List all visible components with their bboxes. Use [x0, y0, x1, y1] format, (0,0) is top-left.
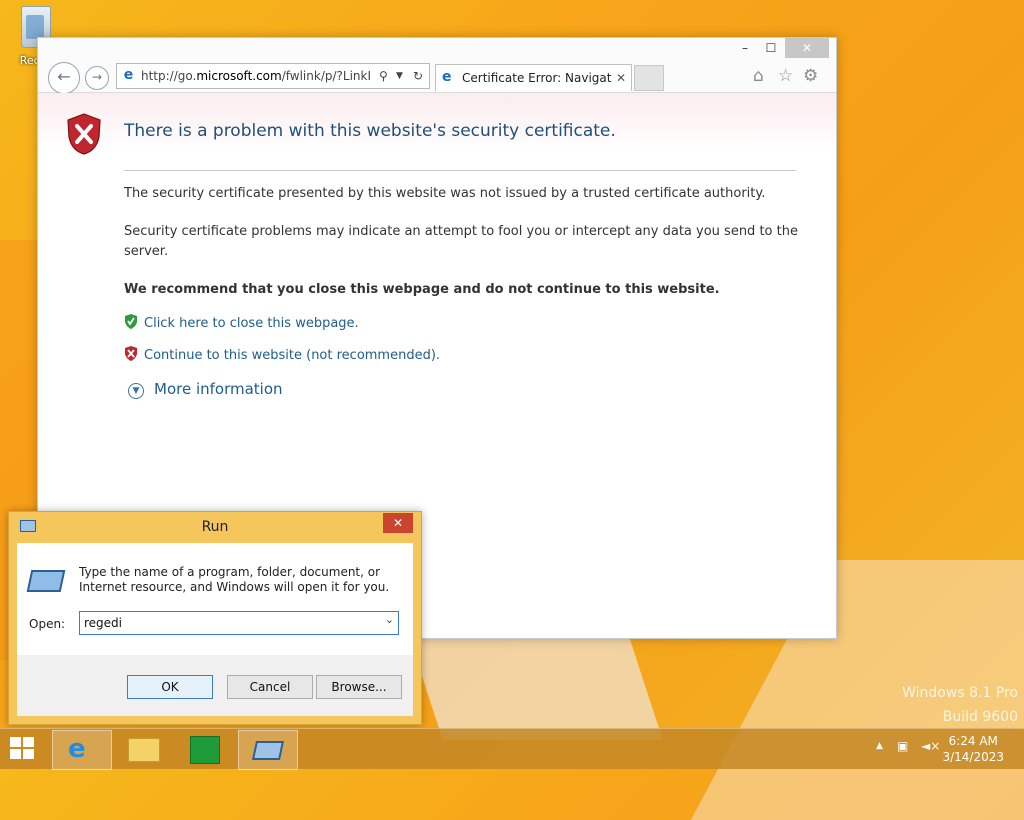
description-text: The security certificate presented by th… — [124, 186, 766, 201]
address-url[interactable]: http://go.microsoft.com/fwlink/p/?LinkId… — [141, 64, 371, 88]
taskbar-run[interactable] — [238, 730, 298, 770]
favorites-star-icon[interactable]: ☆ — [778, 66, 793, 86]
address-bar[interactable]: e http://go.microsoft.com/fwlink/p/?Link… — [116, 63, 430, 89]
ok-button[interactable]: OK — [127, 675, 213, 699]
open-combobox[interactable]: ⌄ — [79, 611, 399, 635]
tab-title: Certificate Error: Navigation... — [462, 71, 612, 85]
volume-muted-icon[interactable]: ◄× — [921, 739, 940, 753]
run-program-icon — [26, 570, 66, 592]
chevron-down-icon[interactable]: ▼ — [396, 64, 403, 88]
back-button[interactable]: ← — [48, 62, 80, 94]
forward-button[interactable]: → — [85, 66, 109, 90]
run-dialog-body: Type the name of a program, folder, docu… — [17, 543, 413, 655]
chevron-down-icon[interactable]: ⌄ — [385, 613, 394, 626]
tab-certificate-error[interactable]: e Certificate Error: Navigation... ✕ — [435, 64, 632, 91]
page-title: There is a problem with this website's s… — [124, 121, 616, 141]
taskbar-clock[interactable]: 6:24 AM 3/14/2023 — [942, 733, 1004, 765]
windows-build-watermark: Build 9600 — [942, 709, 1018, 725]
divider — [124, 170, 796, 171]
settings-gear-icon[interactable]: ⚙ — [803, 66, 818, 86]
internet-explorer-icon: e — [68, 734, 86, 764]
run-close-button[interactable]: ✕ — [383, 513, 413, 533]
store-icon — [190, 736, 220, 764]
taskbar-internet-explorer[interactable]: e — [52, 730, 112, 770]
maximize-button[interactable]: ☐ — [754, 38, 788, 58]
taskbar: e ▲ ▣ ◄× 6:24 AM 3/14/2023 — [0, 728, 1024, 770]
clock-date: 3/14/2023 — [942, 750, 1004, 764]
folder-icon — [128, 738, 160, 762]
run-dialog-footer: OK Cancel Browse... — [17, 655, 413, 716]
ie-page-icon: e — [123, 67, 134, 83]
more-information-toggle[interactable]: ▼ More information — [128, 380, 283, 399]
red-shield-icon — [125, 346, 137, 361]
network-icon[interactable]: ▣ — [897, 739, 908, 753]
open-label: Open: — [29, 617, 66, 631]
close-webpage-link[interactable]: Click here to close this webpage. — [124, 314, 359, 331]
taskbar-file-explorer[interactable] — [114, 730, 172, 768]
green-shield-icon — [125, 314, 137, 329]
error-shield-icon — [67, 113, 101, 155]
chevron-down-icon: ▼ — [128, 383, 144, 399]
run-dialog-title: Run — [201, 519, 229, 535]
recommendation-text: We recommend that you close this webpage… — [124, 282, 720, 297]
refresh-icon[interactable]: ↻ — [413, 64, 423, 88]
clock-time: 6:24 AM — [948, 734, 998, 748]
taskbar-store[interactable] — [176, 730, 234, 768]
ie-toolbar: ← → e http://go.microsoft.com/fwlink/p/?… — [38, 38, 836, 94]
start-windows-icon[interactable] — [10, 737, 36, 761]
windows-version-watermark: Windows 8.1 Pro — [902, 685, 1018, 701]
open-input[interactable] — [84, 613, 374, 633]
run-description: Type the name of a program, folder, docu… — [79, 565, 390, 594]
tray-overflow-icon[interactable]: ▲ — [876, 741, 883, 751]
ie-tab-icon: e — [442, 69, 452, 85]
continue-website-link[interactable]: Continue to this website (not recommende… — [124, 346, 440, 363]
run-dialog: Run ✕ Type the name of a program, folder… — [8, 511, 422, 725]
home-icon[interactable]: ⌂ — [753, 66, 764, 86]
warning-text: Security certificate problems may indica… — [124, 224, 798, 259]
tab-close-icon[interactable]: ✕ — [616, 65, 626, 91]
close-button[interactable]: ✕ — [785, 38, 829, 58]
search-icon[interactable]: ⚲ — [379, 64, 388, 88]
run-program-icon — [251, 741, 285, 760]
browse-button[interactable]: Browse... — [316, 675, 402, 699]
new-tab-button[interactable] — [634, 65, 664, 91]
cancel-button[interactable]: Cancel — [227, 675, 313, 699]
